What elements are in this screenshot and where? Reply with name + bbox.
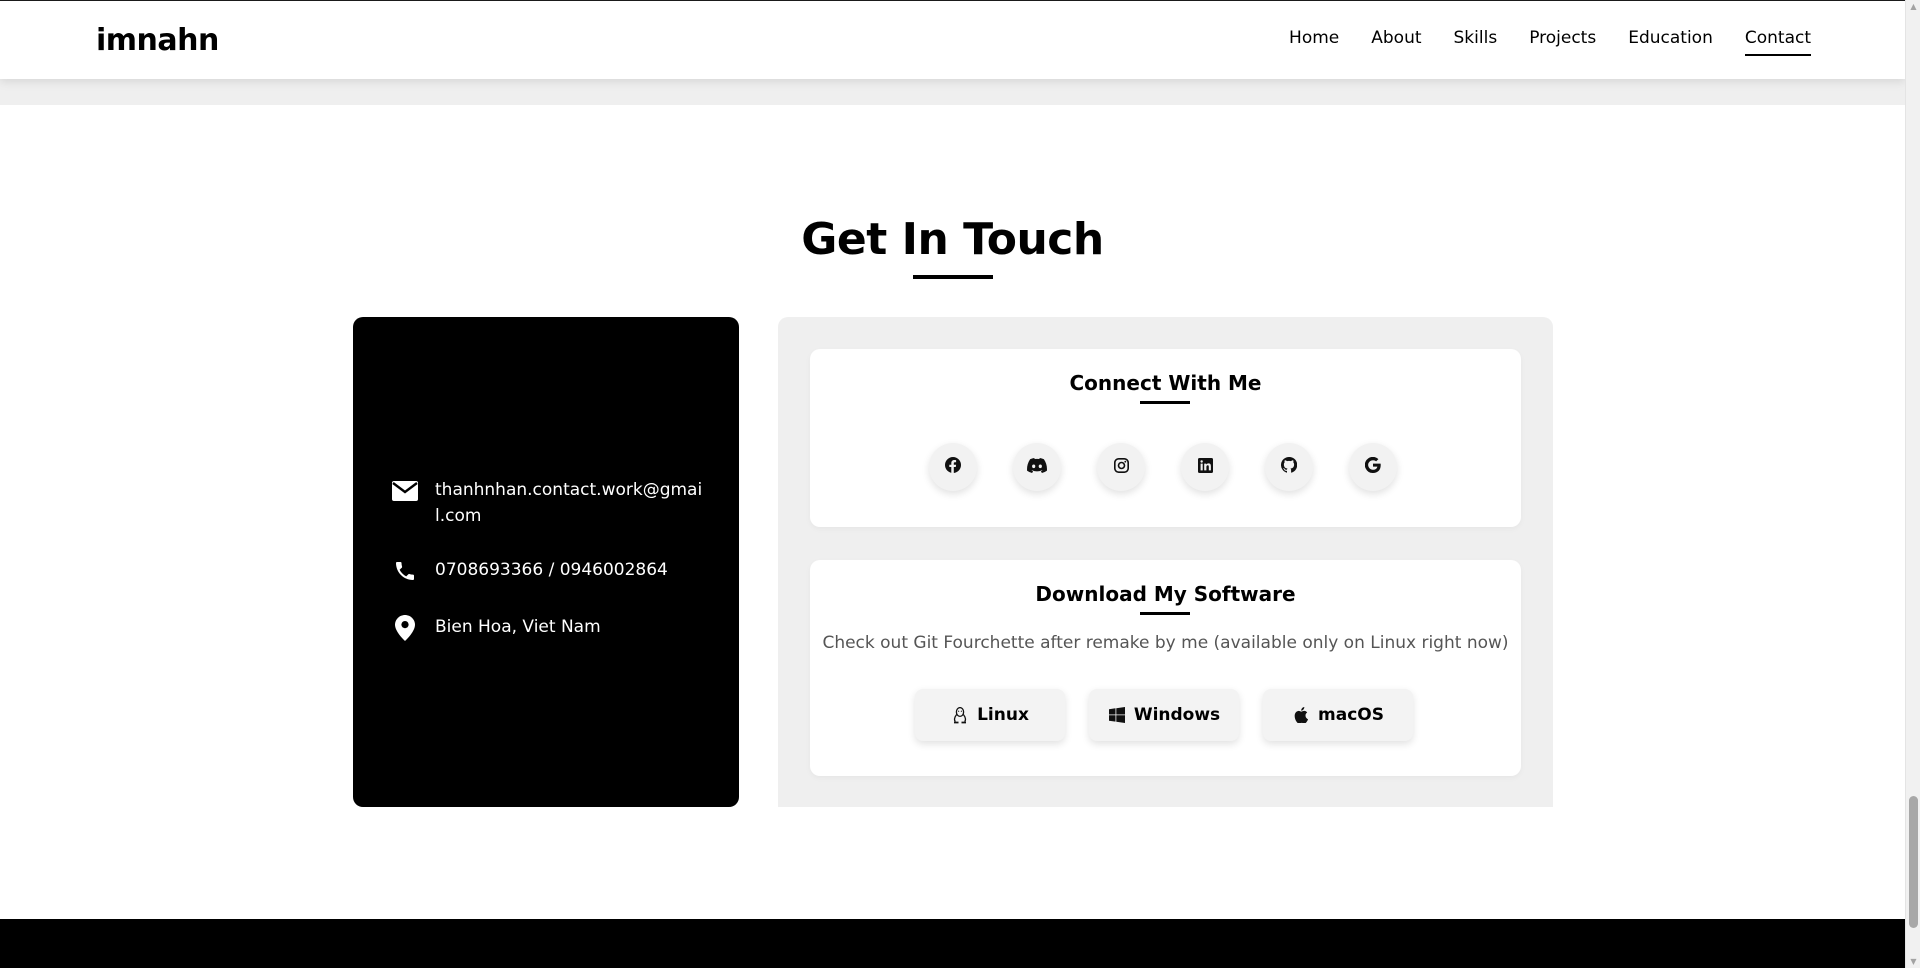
nav-about[interactable]: About (1371, 28, 1421, 56)
site-logo[interactable]: imnahn (96, 23, 219, 58)
nav-contact[interactable]: Contact (1744, 28, 1811, 56)
linkedin-button[interactable] (1181, 443, 1229, 491)
download-title: Download My Software (1035, 582, 1296, 606)
instagram-button[interactable] (1097, 443, 1145, 491)
nav-skills[interactable]: Skills (1454, 28, 1498, 56)
github-button[interactable] (1265, 443, 1313, 491)
location-pin-icon (391, 614, 419, 642)
section-title: Get In Touch (801, 214, 1104, 265)
download-windows-label: Windows (1133, 705, 1221, 725)
contact-right-panel: Connect With Me Download My Software Che… (778, 317, 1553, 807)
download-card: Download My Software Check out Git Fourc… (810, 560, 1521, 776)
nav-projects[interactable]: Projects (1529, 28, 1596, 56)
download-macos-label: macOS (1318, 705, 1384, 725)
info-location: Bien Hoa, Viet Nam (391, 614, 705, 642)
nav-home[interactable]: Home (1289, 28, 1339, 56)
title-underline (913, 275, 993, 279)
site-footer (0, 919, 1905, 968)
scroll-up-arrow-icon[interactable]: ▲ (1909, 2, 1918, 11)
download-linux-label: Linux (977, 705, 1029, 725)
nav-education[interactable]: Education (1628, 28, 1713, 56)
download-buttons: Linux Windows macOS (915, 689, 1413, 741)
scrollbar-thumb[interactable] (1909, 796, 1918, 928)
windows-icon (1108, 706, 1126, 724)
section-divider-band (0, 79, 1905, 105)
facebook-button[interactable] (929, 443, 977, 491)
discord-button[interactable] (1013, 443, 1061, 491)
github-icon (1280, 456, 1298, 477)
download-title-underline (1140, 612, 1190, 615)
download-windows-button[interactable]: Windows (1089, 689, 1239, 741)
email-text[interactable]: thanhnhan.contact.work@gmail.com (435, 477, 705, 529)
scroll-down-arrow-icon[interactable]: ▼ (1909, 957, 1918, 966)
connect-card: Connect With Me (810, 349, 1521, 527)
info-email: thanhnhan.contact.work@gmail.com (391, 477, 705, 529)
phone-text: 0708693366 / 0946002864 (435, 560, 668, 580)
main-nav: Home About Skills Projects Education Con… (1257, 28, 1811, 56)
contact-info-card: thanhnhan.contact.work@gmail.com 0708693… (353, 317, 739, 807)
linux-icon (951, 706, 969, 724)
google-button[interactable] (1349, 443, 1397, 491)
location-text: Bien Hoa, Viet Nam (435, 617, 601, 637)
instagram-icon (1113, 457, 1129, 477)
page: imnahn Home About Skills Projects Educat… (0, 0, 1905, 968)
download-macos-button[interactable]: macOS (1263, 689, 1413, 741)
facebook-icon (945, 457, 961, 477)
envelope-icon (391, 477, 419, 505)
linkedin-icon (1197, 457, 1213, 477)
social-links (929, 443, 1397, 491)
google-icon (1364, 456, 1381, 477)
download-linux-button[interactable]: Linux (915, 689, 1065, 741)
connect-title-underline (1140, 401, 1190, 404)
discord-icon (1027, 457, 1047, 477)
info-phone: 0708693366 / 0946002864 (391, 557, 705, 585)
download-description: Check out Git Fourchette after remake by… (822, 633, 1509, 653)
connect-title: Connect With Me (1069, 371, 1262, 395)
site-header: imnahn Home About Skills Projects Educat… (0, 0, 1905, 79)
phone-icon (391, 557, 419, 585)
apple-icon (1292, 706, 1310, 724)
page-scrollbar[interactable]: ▲ ▼ (1905, 0, 1920, 968)
